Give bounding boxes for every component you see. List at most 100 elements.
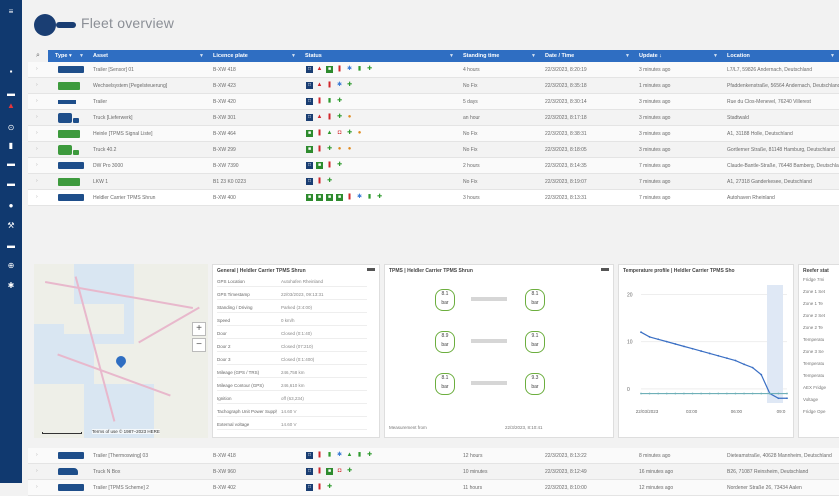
tyre-icon[interactable]: ✚ [346,82,353,89]
tyre-icon[interactable]: ✚ [326,178,333,185]
wrench-icon[interactable]: ⚒ [6,222,16,230]
lock-icon[interactable]: ▲ [346,452,353,459]
driver-icon[interactable]: ● [346,114,353,121]
status-box-icon[interactable]: □ [306,66,313,73]
brand-logo[interactable] [34,14,56,36]
column-header-7[interactable]: Location ▼ [724,50,839,62]
column-header-2[interactable]: Licence plate ▼ [210,50,300,62]
car-icon[interactable]: ◘ [336,130,343,137]
table-row[interactable]: › Truck [Lieferwerk] B-XW 301 an hour 22/3/2… [28,110,839,126]
filter-icon[interactable]: ▼ [531,50,536,62]
thermometer-icon[interactable]: ❚ [316,452,323,459]
temperature-chart[interactable]: 20 10 0 22/03/2023 03:00 06:00 09:0 [619,277,795,437]
column-header-0[interactable]: Type ▾ ▼ [52,50,88,62]
column-header-5[interactable]: Date / Time ▼ [542,50,634,62]
status-box-icon[interactable]: □ [306,114,313,121]
tyre-icon[interactable]: ✚ [326,484,333,491]
tyre-pressure-badge[interactable]: 9.3 bar [525,373,545,395]
status-green-box-icon[interactable]: ■ [326,66,333,73]
driver-icon[interactable]: ● [346,146,353,153]
filter-icon[interactable]: ▼ [199,50,204,62]
expand-chevron-icon[interactable]: › [36,115,41,120]
zoom-in-button[interactable]: + [192,322,206,336]
status-green-box-icon[interactable]: ■ [306,146,313,153]
table-row[interactable]: › Heinle [TPMS Signal Liste] B-XW 464 No Fi… [28,126,839,142]
thermometer-icon[interactable]: ❚ [336,66,343,73]
column-header-6[interactable]: Update ↓ ▼ [636,50,722,62]
tyre-pressure-badge[interactable]: 8.1 bar [525,289,545,311]
table-row[interactable]: › Trailer [Thermoswing] 03 B-XW 418 12 hour… [28,448,839,464]
search-icon[interactable]: ⌕ [28,50,48,62]
column-header-3[interactable]: Status ▼ [302,50,458,62]
battery-icon[interactable]: ▮ [326,98,333,105]
car-icon[interactable]: ◘ [336,468,343,475]
status-box-icon[interactable]: □ [306,82,313,89]
table-row[interactable]: › LKW 1 B1 23 K0 0223 No Fix 22/3/2023, 8:19… [28,174,839,190]
tyre-icon[interactable]: ✚ [366,452,373,459]
menu-icon[interactable]: ≡ [6,8,16,16]
thermometer-icon[interactable]: ❚ [316,130,323,137]
battery-icon[interactable]: ▮ [366,194,373,201]
card-menu-icon[interactable] [367,268,375,271]
table-row[interactable]: › Trailer B-XW 420 5 days 22/3/2023, 8:30:14… [28,94,839,110]
expand-chevron-icon[interactable]: › [36,163,41,168]
tyre-pressure-badge[interactable]: 8.1 bar [435,373,455,395]
status-box-icon[interactable]: □ [306,452,313,459]
battery-icon[interactable]: ▮ [356,452,363,459]
column-header-4[interactable]: Standing time ▼ [460,50,540,62]
gear-icon[interactable]: ✱ [6,282,16,290]
expand-chevron-icon[interactable]: › [36,179,41,184]
zoom-out-button[interactable]: − [192,338,206,352]
filter-icon[interactable]: ▼ [449,50,454,62]
expand-chevron-icon[interactable]: › [36,99,41,104]
filter-icon[interactable]: ▼ [79,50,84,62]
truck-icon[interactable]: ▮ [6,142,16,150]
filter-icon[interactable]: ▼ [830,50,835,62]
driver-icon[interactable]: ● [356,130,363,137]
tyre-icon[interactable]: ✚ [366,66,373,73]
report-icon[interactable]: ▬ [6,242,16,250]
map-view[interactable]: + − Terms of use © 1987–2023 HERE [34,264,208,438]
status-box-icon[interactable]: □ [306,484,313,491]
table-row[interactable]: › Trailer [Sensor] 01 B-XW 418 4 hours 22/3/… [28,62,839,78]
clock-icon[interactable]: ⊙ [6,124,16,132]
tyre-icon[interactable]: ✚ [336,162,343,169]
column-header-1[interactable]: Asset ▼ [90,50,208,62]
tyre-icon[interactable]: ✚ [346,130,353,137]
chart-icon[interactable]: ▬ [6,160,16,168]
table-row[interactable]: › Truck 40.2 B-XW 299 No Fix 22/3/2023, 8:18… [28,142,839,158]
driver-icon[interactable]: ● [336,146,343,153]
snowflake-icon[interactable]: ✱ [346,66,353,73]
lock-icon[interactable]: ▲ [326,130,333,137]
tyre-icon[interactable]: ✚ [336,98,343,105]
alert-icon[interactable]: ▲ [6,102,16,110]
tyre-icon[interactable]: ✚ [326,146,333,153]
warning-icon[interactable]: ▲ [316,66,323,73]
warning-icon[interactable]: ▲ [316,114,323,121]
expand-chevron-icon[interactable]: › [36,131,41,136]
expand-chevron-icon[interactable]: › [36,195,41,200]
status-green-box-icon[interactable]: ■ [316,162,323,169]
snowflake-icon[interactable]: ✱ [336,82,343,89]
expand-chevron-icon[interactable]: › [36,453,41,458]
list-icon[interactable]: ▬ [6,90,16,98]
table-row[interactable]: › DW Pro 3000 B-XW 7390 2 hours 22/3/2023, 8… [28,158,839,174]
tyre-pressure-badge[interactable]: 8.9 bar [435,331,455,353]
tyre-icon[interactable]: ✚ [336,114,343,121]
thermometer-icon[interactable]: ❚ [326,82,333,89]
status-green-box-icon[interactable]: ■ [326,194,333,201]
table-row[interactable]: › Truck N Box B-XW 960 10 minutes 22/3/2023,… [28,464,839,480]
thermometer-icon[interactable]: ❚ [316,98,323,105]
globe-icon[interactable]: ⊕ [6,262,16,270]
battery-icon[interactable]: ▮ [356,66,363,73]
tyre-pressure-badge[interactable]: 8.1 bar [435,289,455,311]
thermometer-icon[interactable]: ❚ [326,114,333,121]
thermometer-icon[interactable]: ❚ [316,484,323,491]
status-box-icon[interactable]: □ [306,162,313,169]
warning-icon[interactable]: ▲ [316,82,323,89]
grid-icon[interactable]: ▪ [6,68,16,76]
snowflake-icon[interactable]: ✱ [356,194,363,201]
settings-icon[interactable]: ● [6,202,16,210]
expand-chevron-icon[interactable]: › [36,147,41,152]
filter-icon[interactable]: ▼ [713,50,718,62]
